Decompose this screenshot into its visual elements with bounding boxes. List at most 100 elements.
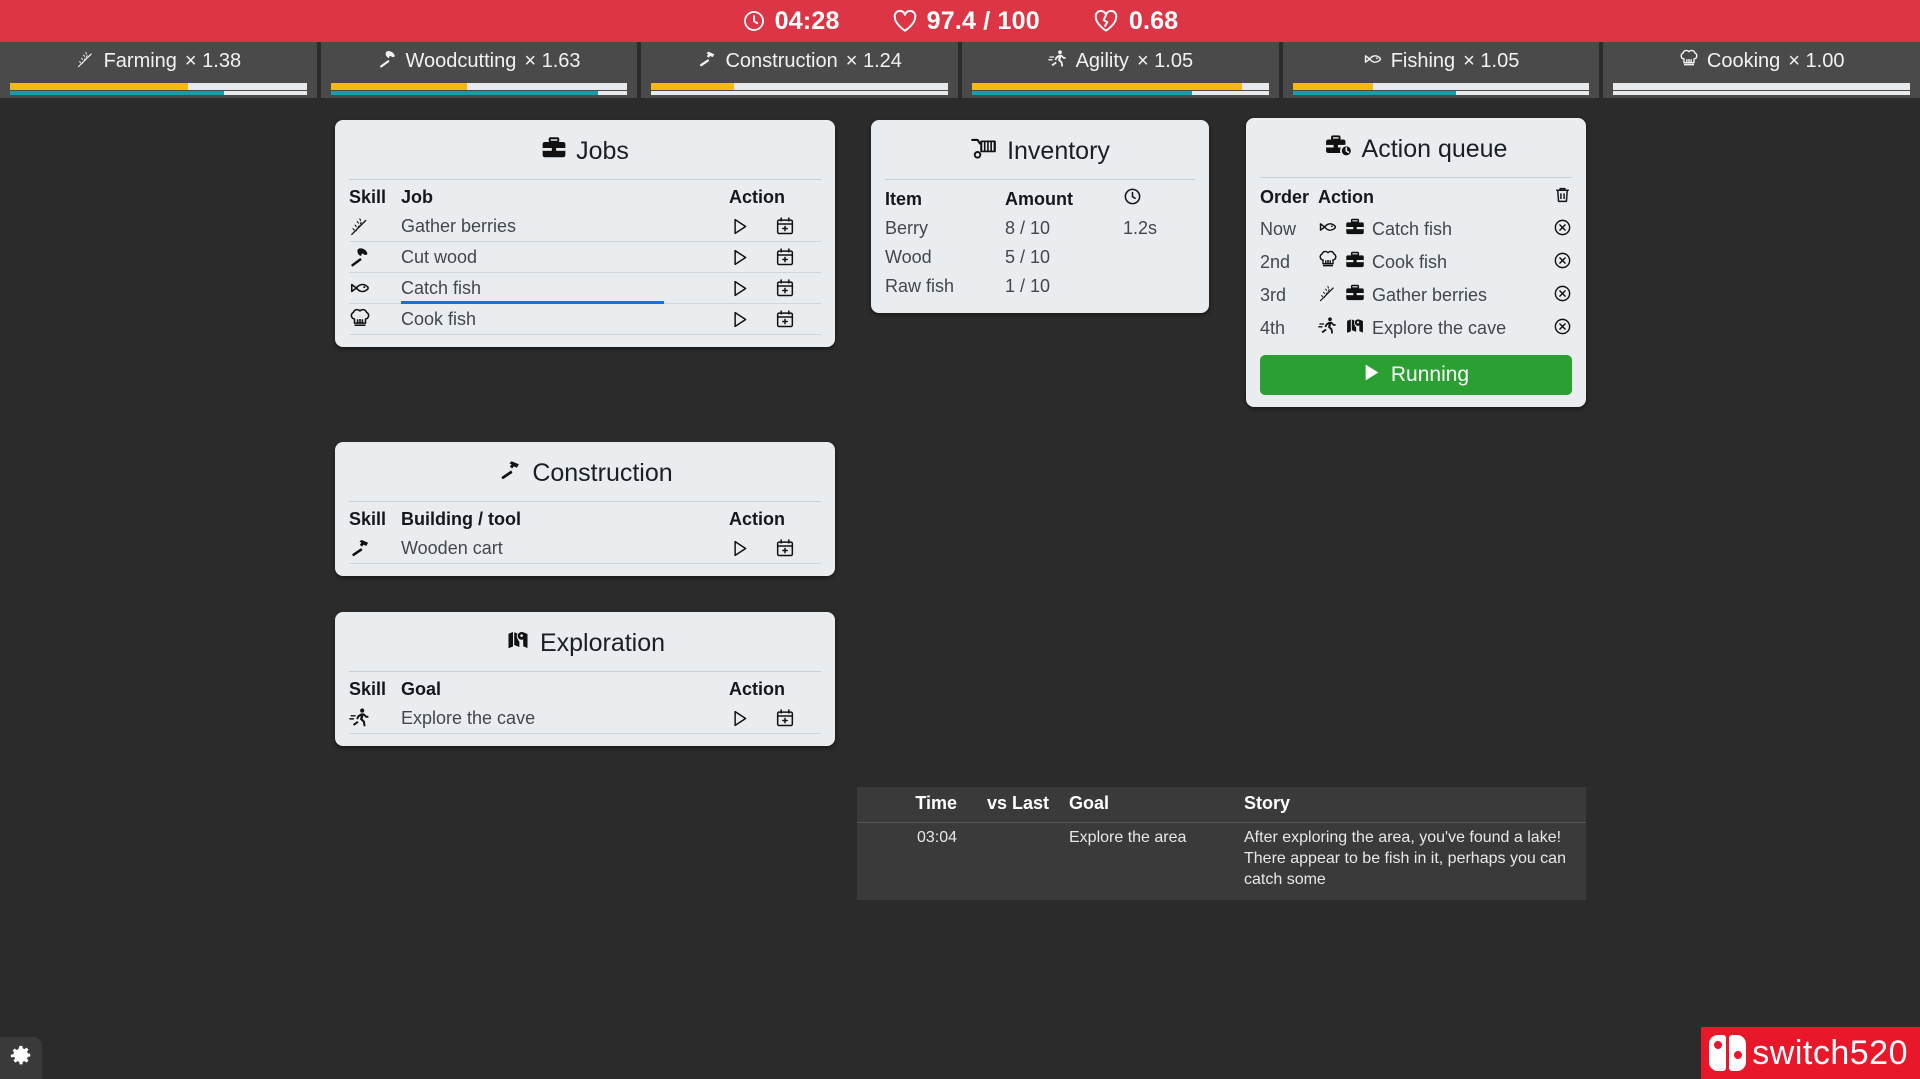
circle-x-icon	[1553, 287, 1572, 307]
inventory-table: Item Amount Berry8 / 101.2sWood5 / 10Raw…	[885, 180, 1195, 301]
skill-xp-bar	[10, 83, 307, 90]
health-value: 97.4 / 100	[927, 9, 1040, 34]
skill-tab-woodcutting[interactable]: Woodcutting× 1.63	[319, 42, 640, 98]
skill-xp-bar	[1613, 83, 1910, 90]
row-play-button[interactable]	[729, 211, 775, 242]
play-icon	[729, 309, 775, 330]
row-queue-button[interactable]	[775, 242, 821, 273]
story-log-header-row: Time vs Last Goal Story	[857, 787, 1586, 823]
panel-exploration: Exploration Skill Goal Action Explore th…	[335, 612, 835, 746]
skill-name: Construction	[725, 50, 837, 73]
row-play-button[interactable]	[729, 273, 775, 304]
queue-action-name: Cook fish	[1372, 252, 1447, 273]
briefcase-icon	[1345, 217, 1365, 242]
inventory-item-amount: 1 / 10	[1005, 272, 1123, 301]
row-skill-icon-cell	[349, 304, 401, 335]
queue-action-name: Gather berries	[1372, 285, 1487, 306]
row-play-button[interactable]	[729, 304, 775, 335]
row-skill-icon-cell	[349, 533, 401, 564]
clear-queue-button[interactable]	[1546, 178, 1572, 213]
fish-icon	[349, 277, 401, 299]
panel-inventory: Inventory Item Amount Berry8 / 101.2s	[871, 120, 1209, 313]
time-value: 04:28	[775, 9, 840, 34]
queue-remove-button[interactable]	[1546, 312, 1572, 345]
row-skill-icon-cell	[349, 703, 401, 734]
row-queue-button[interactable]	[775, 304, 821, 335]
queue-remove-button[interactable]	[1546, 279, 1572, 312]
row-play-button[interactable]	[729, 703, 775, 734]
story-log: Time vs Last Goal Story 03:04Explore the…	[857, 787, 1586, 900]
skill-tab-cooking[interactable]: Cooking× 1.00	[1601, 42, 1920, 98]
skill-tab-fishing[interactable]: Fishing× 1.05	[1281, 42, 1602, 98]
construction-table-header-row: Skill Building / tool Action	[349, 502, 821, 533]
watermark-text: switch520	[1752, 1034, 1908, 1073]
skill-level-bar	[1293, 91, 1590, 95]
calendar-plus-icon	[775, 247, 821, 267]
jobs-table: Skill Job Action Gather berriesCut woodC…	[349, 180, 821, 335]
row-play-button[interactable]	[729, 533, 775, 564]
queue-action-cell: Catch fish	[1318, 213, 1546, 246]
skill-progress-bars	[1603, 83, 1920, 98]
table-row: Explore the cave	[349, 703, 821, 734]
queue-action-cell: Explore the cave	[1318, 312, 1546, 345]
table-row: Gather berries	[349, 211, 821, 242]
exploration-table-header-row: Skill Goal Action	[349, 672, 821, 703]
row-name: Catch fish	[401, 273, 729, 304]
map-pin-icon	[1345, 316, 1365, 341]
row-queue-button[interactable]	[775, 211, 821, 242]
stat-health: 97.4 / 100	[892, 9, 1040, 34]
queue-remove-button[interactable]	[1546, 213, 1572, 246]
row-queue-button[interactable]	[775, 273, 821, 304]
row-name: Explore the cave	[401, 703, 729, 734]
log-time: 03:04	[857, 823, 967, 901]
table-row: Berry8 / 101.2s	[885, 214, 1195, 243]
panel-jobs-title: Jobs	[349, 130, 821, 180]
running-icon	[1048, 49, 1068, 75]
col-goal: Goal	[1059, 787, 1234, 823]
row-play-button[interactable]	[729, 242, 775, 273]
col-skill: Skill	[349, 180, 401, 211]
play-icon	[729, 216, 775, 237]
panel-title-text: Exploration	[540, 629, 665, 658]
skill-xp-bar	[651, 83, 948, 90]
circle-x-icon	[1553, 254, 1572, 274]
run-toggle-button[interactable]: Running	[1260, 355, 1572, 395]
panel-jobs: Jobs Skill Job Action Gather berriesCut …	[335, 120, 835, 347]
skill-progress-bars	[962, 83, 1279, 98]
col-job: Job	[401, 180, 729, 211]
jobs-table-header-row: Skill Job Action	[349, 180, 821, 211]
panel-title-text: Inventory	[1007, 137, 1110, 166]
skill-progress-bars	[641, 83, 958, 98]
skill-xp-bar	[972, 83, 1269, 90]
play-icon	[729, 538, 775, 559]
skill-tab-construction[interactable]: Construction× 1.24	[639, 42, 960, 98]
inventory-item-time: 1.2s	[1123, 214, 1195, 243]
wheat-icon	[349, 215, 401, 237]
row-skill-icon-cell	[349, 242, 401, 273]
col-amount: Amount	[1005, 180, 1123, 214]
col-order: Order	[1260, 178, 1318, 213]
row-queue-button[interactable]	[775, 703, 821, 734]
skill-progress-bars	[1283, 83, 1600, 98]
panel-inventory-title: Inventory	[885, 130, 1195, 180]
queue-remove-button[interactable]	[1546, 246, 1572, 279]
action-queue-header-row: Order Action	[1260, 178, 1572, 213]
cart-icon	[970, 136, 998, 167]
fish-icon	[1363, 49, 1383, 75]
hammer-icon	[349, 537, 401, 559]
row-queue-button[interactable]	[775, 533, 821, 564]
gear-icon	[9, 1044, 33, 1073]
skill-tab-label: Agility× 1.05	[962, 42, 1279, 83]
inventory-item-time	[1123, 272, 1195, 301]
skill-name: Woodcutting	[406, 50, 517, 73]
skill-level-bar	[651, 91, 948, 95]
settings-button[interactable]	[0, 1037, 42, 1079]
row-name: Cut wood	[401, 242, 729, 273]
run-toggle-label: Running	[1391, 363, 1469, 387]
table-row: Cook fish	[349, 304, 821, 335]
calendar-plus-icon	[775, 216, 821, 236]
panel-construction: Construction Skill Building / tool Actio…	[335, 442, 835, 576]
log-vs-last	[967, 823, 1059, 901]
skill-tab-agility[interactable]: Agility× 1.05	[960, 42, 1281, 98]
skill-tab-farming[interactable]: Farming× 1.38	[0, 42, 319, 98]
